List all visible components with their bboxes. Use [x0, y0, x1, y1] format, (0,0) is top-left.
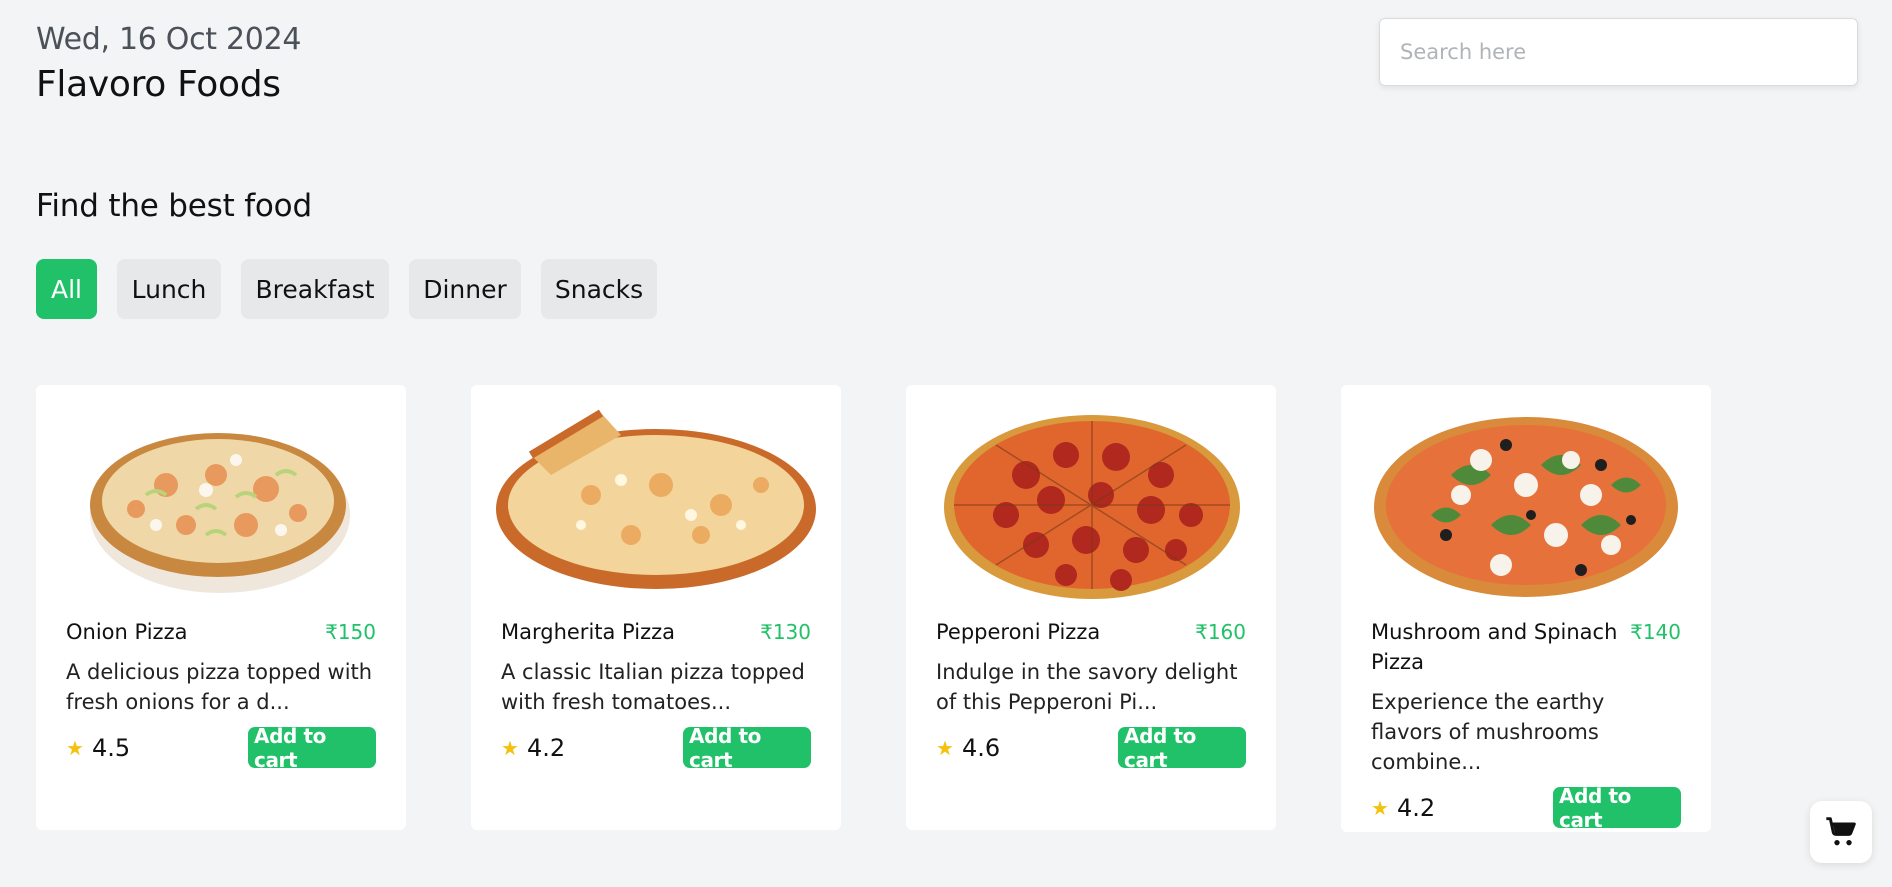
star-icon: ★ [66, 735, 84, 760]
tab-lunch[interactable]: Lunch [117, 259, 221, 319]
food-name: Mushroom and Spinach Pizza [1371, 620, 1618, 674]
food-card: Onion Pizza ₹150 A delicious pizza toppe… [36, 385, 406, 830]
star-icon: ★ [936, 735, 954, 760]
food-price: ₹140 [1630, 620, 1681, 644]
food-description: A delicious pizza topped with fresh onio… [66, 660, 373, 714]
rating-value: 4.6 [961, 733, 1001, 762]
food-price: ₹160 [1195, 620, 1246, 644]
card-body: Onion Pizza ₹150 A delicious pizza toppe… [66, 617, 376, 772]
add-to-cart-button[interactable]: Add to cart [1118, 724, 1246, 772]
add-to-cart-button[interactable]: Add to cart [1553, 784, 1681, 832]
food-card: Margherita Pizza ₹130 A classic Italian … [471, 385, 841, 830]
food-card: Pepperoni Pizza ₹160 Indulge in the savo… [906, 385, 1276, 830]
current-date: Wed, 16 Oct 2024 [36, 22, 302, 57]
rating: ★ 4.2 [1371, 794, 1435, 822]
brand-title: Flavoro Foods [36, 64, 281, 105]
rating: ★ 4.6 [936, 734, 1000, 762]
food-name: Margherita Pizza [501, 620, 676, 644]
add-to-cart-button[interactable]: Add to cart [248, 724, 376, 772]
tab-breakfast[interactable]: Breakfast [241, 259, 389, 319]
add-to-cart-button[interactable]: Add to cart [683, 724, 811, 772]
tab-snacks[interactable]: Snacks [541, 259, 657, 319]
star-icon: ★ [501, 735, 519, 760]
pepperoni-pizza-image [944, 415, 1240, 599]
tab-all[interactable]: All [36, 259, 97, 319]
margherita-pizza-image [496, 409, 816, 589]
food-name: Pepperoni Pizza [936, 620, 1101, 644]
section-title: Find the best food [36, 188, 312, 224]
rating-value: 4.5 [91, 733, 131, 762]
tab-dinner[interactable]: Dinner [409, 259, 521, 319]
card-body: Margherita Pizza ₹130 A classic Italian … [501, 617, 811, 772]
food-price: ₹150 [325, 620, 376, 644]
cart-button[interactable] [1810, 801, 1872, 863]
food-price: ₹130 [760, 620, 811, 644]
onion-pizza-image [90, 433, 350, 593]
page: Wed, 16 Oct 2024 Flavoro Foods Find the … [0, 0, 1892, 887]
rating-value: 4.2 [526, 733, 566, 762]
card-body: Pepperoni Pizza ₹160 Indulge in the savo… [936, 617, 1246, 772]
star-icon: ★ [1371, 795, 1389, 820]
card-body: Mushroom and Spinach Pizza ₹140 Experien… [1371, 617, 1681, 832]
rating-value: 4.2 [1396, 793, 1436, 822]
shopping-cart-icon [1826, 817, 1856, 846]
food-name: Onion Pizza [66, 620, 188, 644]
rating: ★ 4.2 [501, 734, 565, 762]
food-card: Mushroom and Spinach Pizza ₹140 Experien… [1341, 385, 1711, 832]
search-input[interactable] [1379, 18, 1858, 86]
mushroom-spinach-pizza-image [1374, 417, 1678, 597]
rating: ★ 4.5 [66, 734, 130, 762]
food-description: Experience the earthy flavors of mushroo… [1371, 690, 1605, 774]
food-description: A classic Italian pizza topped with fres… [501, 660, 805, 714]
food-description: Indulge in the savory delight of this Pe… [936, 660, 1238, 714]
category-tabs: All Lunch Breakfast Dinner Snacks [36, 259, 657, 319]
